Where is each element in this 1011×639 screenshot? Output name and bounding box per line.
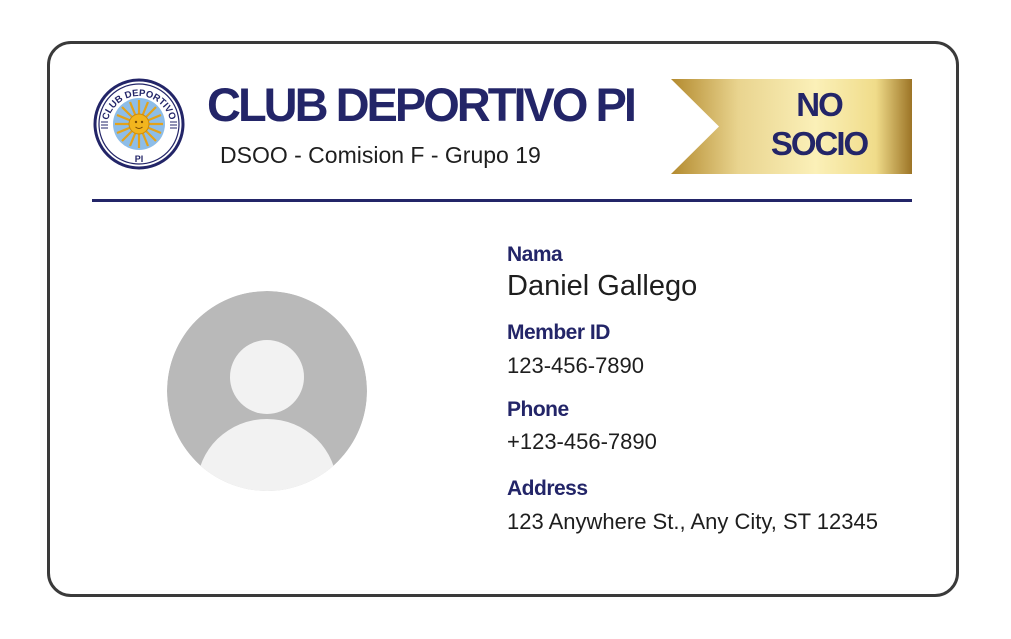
sun-emblem-icon: [115, 100, 163, 148]
logo-bottom-text: PI: [135, 154, 144, 164]
address-label: Address: [507, 477, 588, 500]
member-id-label: Member ID: [507, 321, 610, 344]
membership-status-banner: NO SOCIO: [671, 79, 912, 174]
name-label: Nama: [507, 243, 563, 266]
phone-label: Phone: [507, 398, 569, 421]
user-placeholder-icon: [167, 291, 367, 491]
status-line-2: SOCIO: [770, 125, 869, 162]
header-divider: [92, 199, 912, 202]
membership-status-text: NO SOCIO: [731, 85, 907, 163]
address-value: 123 Anywhere St., Any City, ST 12345: [507, 509, 878, 534]
member-id-value: 123-456-7890: [507, 353, 645, 378]
club-subtitle: DSOO - Comision F - Grupo 19: [220, 142, 541, 168]
club-logo: CLUB DEPORTIVO PI: [93, 78, 185, 170]
member-avatar: [167, 291, 367, 491]
club-logo-svg: CLUB DEPORTIVO PI: [93, 78, 185, 170]
status-line-1: NO: [796, 86, 844, 123]
club-title: CLUB DEPORTIVO PI: [207, 78, 637, 131]
phone-value: +123-456-7890: [507, 429, 657, 454]
name-value: Daniel Gallego: [507, 270, 698, 302]
